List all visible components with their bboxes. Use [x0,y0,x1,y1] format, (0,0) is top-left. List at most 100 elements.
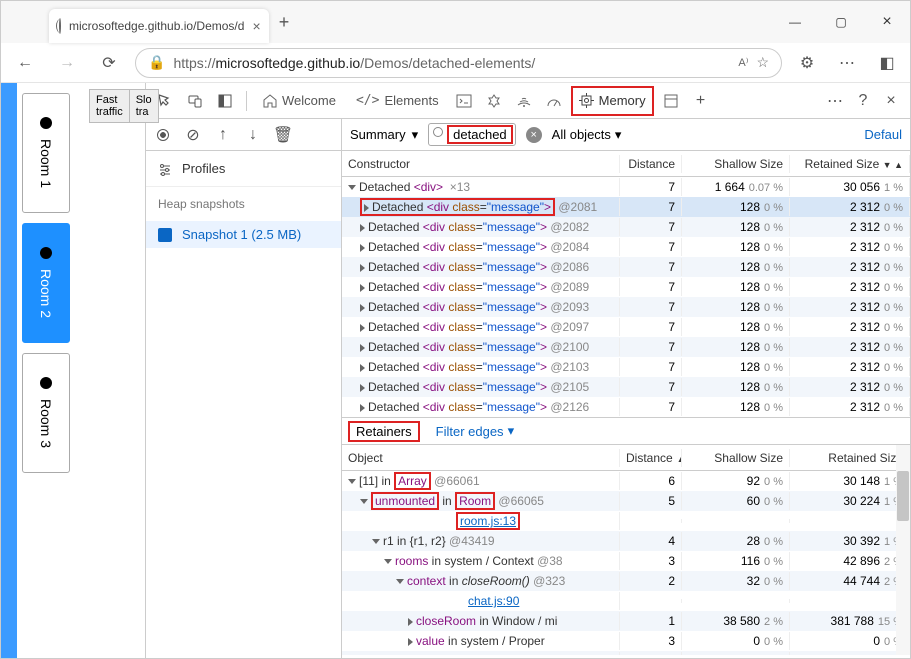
constructor-row[interactable]: Detached <div class="message"> @2097 7 1… [342,317,910,337]
room-3[interactable]: Room 3 [22,353,70,473]
close-tab-icon[interactable]: × [252,18,260,34]
retainers-scrollbar[interactable] [896,445,910,655]
help-icon[interactable]: ? [850,88,876,114]
dock-icon[interactable] [212,88,238,114]
settings-icon[interactable]: ⚙ [792,48,822,78]
retainer-row[interactable]: r1 in {r1, r2} @43419 4 280 % 30 3921 % [342,531,910,551]
constructor-row[interactable]: Detached <div class="message"> @2093 7 1… [342,297,910,317]
class-filter-input[interactable]: detached [428,123,516,146]
retainers-tab[interactable]: Retainers [348,421,420,442]
status-dot-icon [40,117,52,129]
lock-icon: 🔒 [148,54,165,71]
browser-tab[interactable]: microsoftedge.github.io/Demos/d × [49,9,269,43]
clear-filter-icon[interactable]: × [526,127,542,143]
view-selector[interactable]: Summary▾ [350,127,418,143]
network-tab-icon[interactable] [511,88,537,114]
rcol-shallow[interactable]: Shallow Size [682,449,790,467]
retainer-row[interactable]: closeRoom in Window / mi 1 38 5802 % 381… [342,611,910,631]
snapshot-icon [158,228,172,242]
devtools-tabbar: Welcome </>Elements Memory + ⋯ ? × [146,83,910,119]
export-icon[interactable]: ↑ [214,126,232,144]
constructor-row[interactable]: Detached <div class="message"> @2089 7 1… [342,277,910,297]
rcol-distance[interactable]: Distance ▲ [620,449,682,467]
url-box[interactable]: 🔒 https://microsoftedge.github.io/Demos/… [135,48,782,78]
memory-panel: ⊘ ↑ ↓ 🗑 Profiles Heap snapshots Snapshot… [146,119,910,658]
col-retained[interactable]: Retained Size ▼ ▲ [790,155,910,173]
objects-filter[interactable]: All objects▾ [552,127,622,143]
refresh-button[interactable]: ⟳ [93,47,125,79]
constructor-row[interactable]: Detached <div class="message"> @2082 7 1… [342,217,910,237]
more-tabs-button[interactable]: + [688,88,714,114]
retainer-row[interactable]: rooms in system / Context @38 3 1160 % 4… [342,551,910,571]
scroll-thumb[interactable] [897,471,909,521]
retainer-row[interactable]: context in createFakeMessag 2 320 % 2 96… [342,651,910,655]
constructor-table: Constructor Distance Shallow Size Retain… [342,151,910,417]
traffic-toggle[interactable]: Fast traffic Slo tra [89,89,159,123]
rcol-object[interactable]: Object [342,449,620,467]
rcol-retained[interactable]: Retained Size [790,449,910,467]
status-dot-icon [40,247,52,259]
devtools-more-icon[interactable]: ⋯ [822,88,848,114]
devtools-panel: Welcome </>Elements Memory + ⋯ ? × ⊘ ↑ [145,83,910,658]
status-dot-icon [40,377,52,389]
snapshot-label: Snapshot 1 (2.5 MB) [182,227,301,242]
room-1[interactable]: Room 1 [22,93,70,213]
constructor-row[interactable]: Detached <div class="message"> @2103 7 1… [342,357,910,377]
retainer-row[interactable]: chat.js:90 [342,591,910,611]
url-text: https://microsoftedge.github.io/Demos/de… [173,55,535,71]
constructor-row[interactable]: Detached <div class="message"> @2100 7 1… [342,337,910,357]
room-2[interactable]: Room 2 [22,223,70,343]
window-titlebar: microsoftedge.github.io/Demos/d × + — ▢ … [1,1,910,43]
constructor-row[interactable]: Detached <div class="message"> @2086 7 1… [342,257,910,277]
page-accent-bar [1,83,17,658]
tab-welcome[interactable]: Welcome [255,86,344,116]
retainers-header: Retainers Filter edges ▾ [342,417,910,445]
constructor-row[interactable]: Detached <div class="message"> @2105 7 1… [342,377,910,397]
performance-tab-icon[interactable] [541,88,567,114]
record-icon[interactable] [154,129,172,141]
read-aloud-icon[interactable]: A⁾ [738,56,748,69]
constructor-row[interactable]: Detached <div class="message"> @2084 7 1… [342,237,910,257]
back-button[interactable]: ← [9,47,41,79]
slow-traffic-button[interactable]: Slo tra [130,90,158,122]
retainers-table: Object Distance ▲ Shallow Size Retained … [342,445,910,655]
application-tab-icon[interactable] [658,88,684,114]
retainer-row[interactable]: [11] in Array @66061 6 920 % 30 1481 % [342,471,910,491]
summary-row[interactable]: Detached <div> ×13 7 1 6640.07 % 30 0561… [342,177,910,197]
constructor-header[interactable]: Constructor Distance Shallow Size Retain… [342,151,910,177]
delete-icon[interactable]: 🗑 [274,125,292,145]
new-tab-button[interactable]: + [269,12,299,33]
fast-traffic-button[interactable]: Fast traffic [90,90,130,122]
default-link[interactable]: Defaul [864,127,902,142]
maximize-button[interactable]: ▢ [818,1,864,43]
search-icon [433,127,443,137]
retainer-row[interactable]: context in closeRoom() @323 2 320 % 44 7… [342,571,910,591]
snapshot-item[interactable]: Snapshot 1 (2.5 MB) [146,221,341,248]
constructor-row[interactable]: Detached <div class="message"> @2081 7 1… [342,197,910,217]
memory-sidebar: ⊘ ↑ ↓ 🗑 Profiles Heap snapshots Snapshot… [146,119,342,658]
console-tab-icon[interactable] [451,88,477,114]
window-close-button[interactable]: × [864,1,910,43]
tab-memory[interactable]: Memory [571,86,654,116]
sources-tab-icon[interactable] [481,88,507,114]
retainer-row[interactable]: room.js:13 [342,511,910,531]
more-menu-icon[interactable]: ⋯ [832,48,862,78]
profiles-header: Profiles [146,151,341,187]
retainers-thead[interactable]: Object Distance ▲ Shallow Size Retained … [342,445,910,471]
favorite-icon[interactable]: ☆ [756,54,769,71]
tab-elements[interactable]: </>Elements [348,86,447,116]
constructor-row[interactable]: Detached <div class="message"> @2126 7 1… [342,397,910,417]
device-icon[interactable] [182,88,208,114]
clear-icon[interactable]: ⊘ [184,125,202,145]
import-icon[interactable]: ↓ [244,126,262,144]
sliders-icon [158,162,172,176]
filter-edges-button[interactable]: Filter edges ▾ [436,423,514,439]
col-constructor[interactable]: Constructor [342,155,620,173]
minimize-button[interactable]: — [772,1,818,43]
retainer-row[interactable]: value in system / Proper 3 00 % 00 % [342,631,910,651]
col-shallow[interactable]: Shallow Size [682,155,790,173]
retainer-row[interactable]: unmounted in Room @66065 5 600 % 30 2241… [342,491,910,511]
col-distance[interactable]: Distance [620,155,682,173]
collections-icon[interactable]: ◧ [872,48,902,78]
devtools-close-icon[interactable]: × [878,88,904,114]
